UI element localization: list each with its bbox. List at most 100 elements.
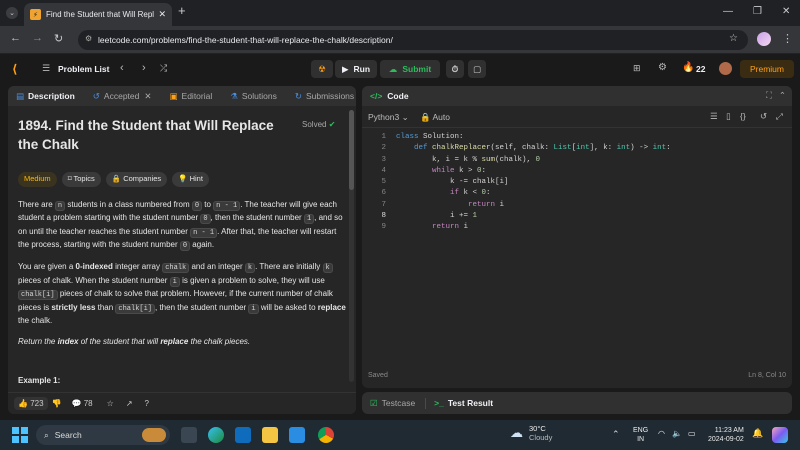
braces-icon[interactable]: {} xyxy=(740,111,746,121)
companies-chip[interactable]: 🔒 Companies xyxy=(105,172,168,187)
problem-title: 1894. Find the Student that Will Replace… xyxy=(18,118,274,152)
share-icon[interactable]: ↗ xyxy=(126,399,133,408)
fullscreen-icon[interactable]: ⤢ xyxy=(776,111,783,122)
code-line: 2 def chalkReplacer(self, chalk: List[in… xyxy=(381,144,671,153)
code-editor[interactable]: 1 class Solution: 2 def chalkReplacer(self… xyxy=(370,132,671,234)
file-explorer-icon[interactable] xyxy=(262,427,278,443)
browser-tab[interactable]: ⚡ Find the Student that Will Repl ✕ xyxy=(24,3,172,26)
help-icon[interactable]: ? xyxy=(145,399,149,408)
battery-icon[interactable]: ▭ xyxy=(688,429,696,438)
code-line: 3 k, i = k % sum(chalk), 0 xyxy=(381,155,541,164)
topics-chip[interactable]: ⌑ Topics xyxy=(61,172,101,187)
problem-list-link[interactable]: Problem List xyxy=(58,64,109,74)
bookmark-icon[interactable]: ▯ xyxy=(726,111,731,122)
language-select[interactable]: Python3 ⌄ xyxy=(368,112,409,123)
windows-start-icon[interactable] xyxy=(12,427,28,443)
forward-icon[interactable]: → xyxy=(32,32,43,44)
comment-button[interactable]: 💬 78 xyxy=(72,399,93,408)
back-icon[interactable]: ← xyxy=(10,32,21,44)
leetcode-logo-icon[interactable]: ⟨ xyxy=(12,62,17,76)
task-view-icon[interactable] xyxy=(181,427,197,443)
vscode-icon[interactable] xyxy=(289,427,305,443)
taskbar-search-label: Search xyxy=(54,430,82,440)
bookmark-star-icon[interactable]: ☆ xyxy=(729,33,738,44)
tab-testcase[interactable]: ☑ Testcase xyxy=(370,398,415,409)
autocomplete-toggle[interactable]: 🔒 Auto xyxy=(420,112,450,123)
format-icon[interactable]: ☰ xyxy=(710,111,718,122)
solved-badge: Solved ✔ xyxy=(302,120,336,129)
site-info-icon[interactable]: ⚙ xyxy=(85,34,92,43)
run-button[interactable]: ▶ Run xyxy=(335,60,377,78)
tab-editorial[interactable]: ▣ Editorial xyxy=(170,91,213,102)
dislike-button[interactable]: 👎 xyxy=(52,399,62,408)
cursor-position: Ln 8, Col 10 xyxy=(748,372,786,379)
next-problem-icon[interactable]: › xyxy=(142,62,146,74)
tab-solutions[interactable]: ⚗ Solutions xyxy=(230,91,277,102)
copilot-icon[interactable] xyxy=(772,427,788,443)
search-icon: ⌕ xyxy=(44,429,49,440)
premium-button[interactable]: Premium xyxy=(740,60,794,78)
code-brackets-icon: </> xyxy=(370,91,383,101)
weather-widget[interactable]: ☁ 30°C Cloudy xyxy=(510,424,552,442)
profile-avatar[interactable] xyxy=(757,32,771,46)
tab-submissions[interactable]: ↻ Submissions xyxy=(295,91,354,102)
minimize-icon[interactable]: — xyxy=(723,6,733,17)
thumbs-up-icon: 👍 xyxy=(18,399,28,408)
tray-chevron-icon[interactable]: ⌃ xyxy=(612,429,620,440)
user-avatar[interactable] xyxy=(719,62,732,75)
clock[interactable]: 11:23 AM 2024-09-02 xyxy=(708,426,744,444)
timer-button[interactable]: ⏱ xyxy=(446,60,464,78)
taskbar-search-box[interactable]: ⌕ Search xyxy=(36,425,170,445)
document-icon: ▤ xyxy=(16,90,25,101)
editor-toolbar: Python3 ⌄ 🔒 Auto ☰ ▯ {} ↺ ⤢ xyxy=(362,106,792,128)
checkbox-icon: ☑ xyxy=(370,397,378,408)
tab-accepted[interactable]: ↺ Accepted ✕ xyxy=(93,91,152,102)
close-tab-icon[interactable]: ✕ xyxy=(158,9,166,20)
tab-description[interactable]: ▤ Description xyxy=(16,91,75,102)
collapse-icon[interactable]: ⌃ xyxy=(779,90,786,101)
debug-button[interactable]: ☢ xyxy=(311,60,333,78)
address-bar[interactable]: ⚙ leetcode.com/problems/find-the-student… xyxy=(78,30,748,50)
run-label: Run xyxy=(353,64,371,74)
chrome-menu-icon[interactable]: ⋮ xyxy=(782,32,793,45)
submit-button[interactable]: ☁ Submit xyxy=(380,60,440,78)
streak-count: 22 xyxy=(696,64,706,74)
problem-list-icon[interactable]: ☰ xyxy=(42,63,50,74)
chrome-icon[interactable] xyxy=(318,427,334,443)
settings-gear-icon[interactable]: ⚙ xyxy=(658,62,667,73)
comment-icon: 💬 xyxy=(71,399,82,408)
shuffle-icon[interactable]: ⤮ xyxy=(160,63,167,74)
tab-test-result[interactable]: >_ Test Result xyxy=(434,398,493,408)
leetcode-navbar: ⟨ ☰ Problem List ‹ › ⤮ ☢ ▶ Run ☁ Submit … xyxy=(0,54,800,84)
edge-icon[interactable] xyxy=(208,427,224,443)
code-line: 6 if k < 0: xyxy=(381,189,491,198)
maximize-icon[interactable]: ⛶ xyxy=(766,90,772,101)
description-scrollbar[interactable] xyxy=(349,110,354,382)
reload-icon[interactable]: ↻ xyxy=(54,32,63,45)
example-heading: Example 1: xyxy=(18,375,61,385)
like-button[interactable]: 👍 723 xyxy=(14,397,48,410)
paragraph-3: Return the index of the student that wil… xyxy=(18,336,251,346)
layout-icon[interactable]: ⊞ xyxy=(633,63,641,74)
hint-chip[interactable]: 💡 Hint xyxy=(172,172,209,187)
speaker-icon[interactable]: 🔈 xyxy=(672,429,682,438)
submit-label: Submit xyxy=(402,64,432,74)
restore-icon[interactable]: ❐ xyxy=(753,6,762,17)
close-window-icon[interactable]: ✕ xyxy=(782,6,790,17)
problem-content: 1894. Find the Student that Will Replace… xyxy=(18,116,348,387)
tab-search-button[interactable]: ⌄ xyxy=(6,7,18,19)
notes-button[interactable]: ▢ xyxy=(468,60,486,78)
new-tab-icon[interactable]: + xyxy=(178,3,186,18)
reset-icon[interactable]: ↺ xyxy=(760,111,767,122)
streak-fire-icon[interactable]: 🔥 xyxy=(682,62,694,73)
close-tab-accepted-icon[interactable]: ✕ xyxy=(144,91,151,102)
favorite-star-icon[interactable]: ☆ xyxy=(107,399,114,408)
prev-problem-icon[interactable]: ‹ xyxy=(120,62,124,74)
store-icon[interactable] xyxy=(235,427,251,443)
wifi-icon[interactable]: ◠ xyxy=(658,429,665,438)
code-line: 9 return i xyxy=(381,223,469,232)
browser-tab-strip: ⌄ ⚡ Find the Student that Will Repl ✕ + … xyxy=(0,0,800,26)
language-indicator[interactable]: ENG IN xyxy=(633,426,648,444)
search-highlight-icon xyxy=(142,428,166,442)
notification-bell-icon[interactable]: 🔔 xyxy=(752,428,763,439)
